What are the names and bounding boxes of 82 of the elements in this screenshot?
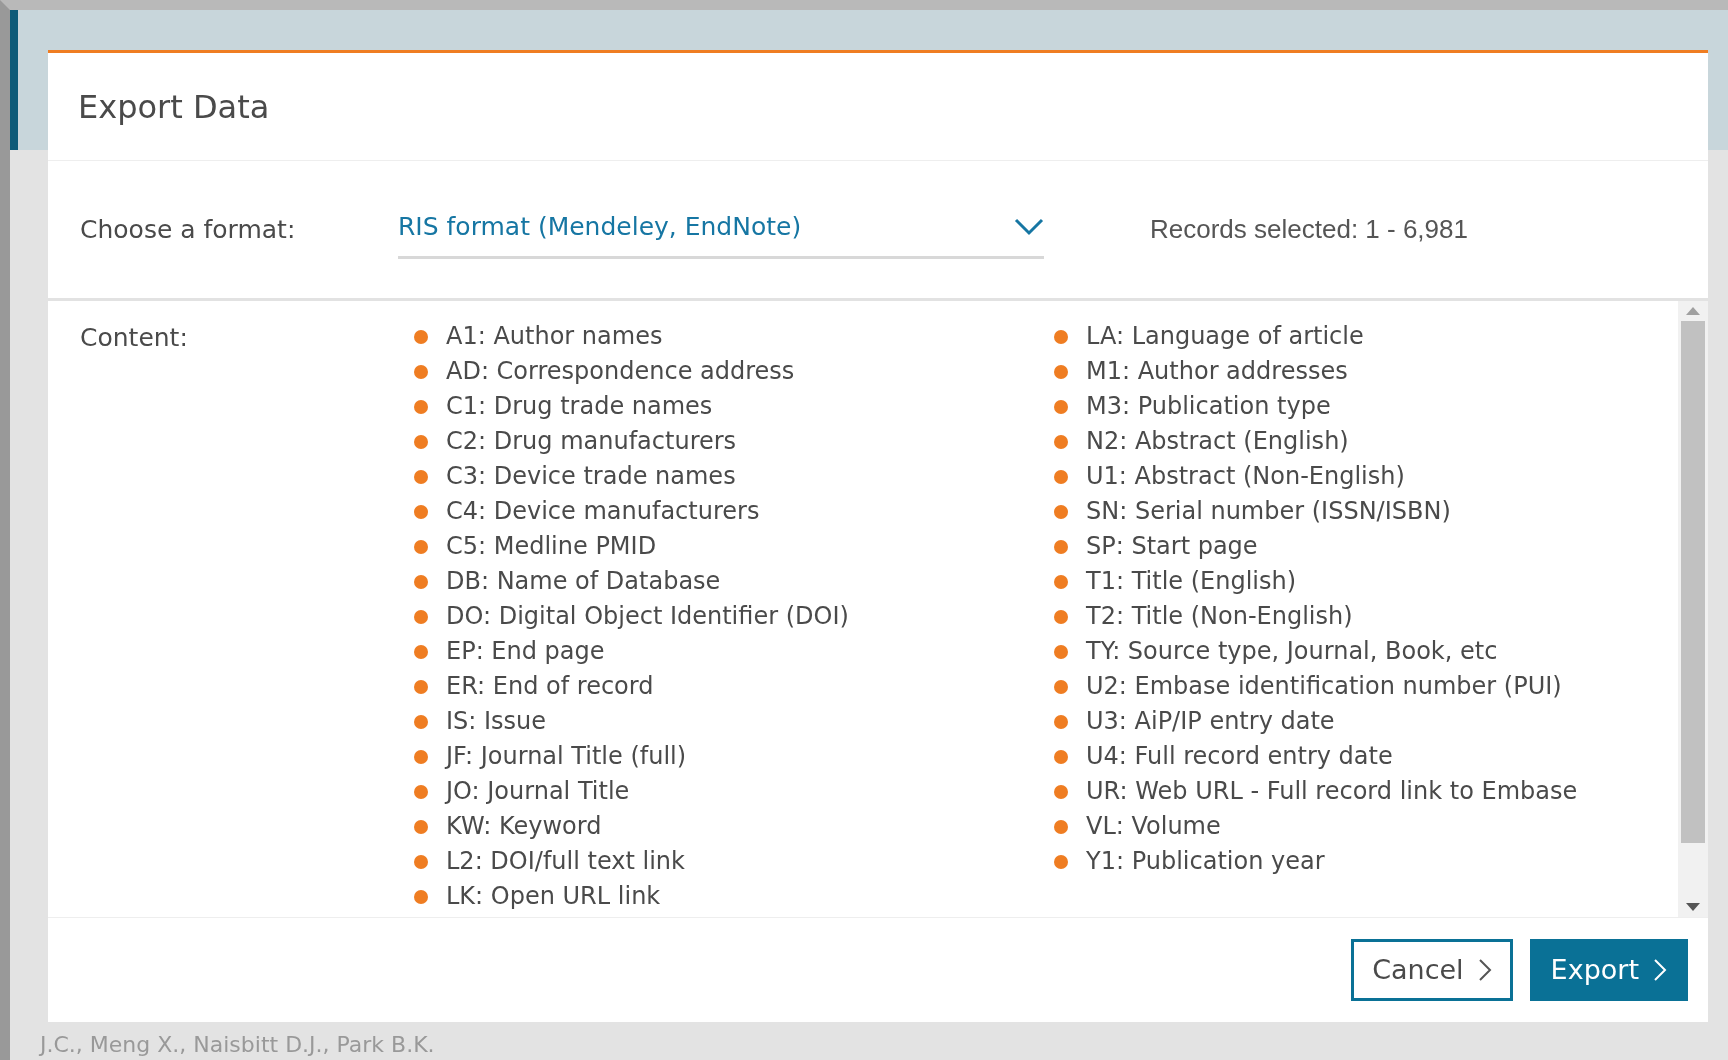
- scroll-down-icon[interactable]: [1686, 903, 1700, 911]
- export-button[interactable]: Export: [1529, 939, 1688, 1001]
- cancel-button[interactable]: Cancel: [1351, 939, 1513, 1001]
- field-item: KW: Keyword: [446, 811, 602, 842]
- bullet-icon: [414, 574, 428, 589]
- field-item: N2: Abstract (English): [1086, 426, 1349, 457]
- chevron-right-icon: [1477, 958, 1492, 982]
- field-item: LK: Open URL link: [446, 881, 661, 912]
- field-item: ER: End of record: [446, 671, 654, 702]
- field-item: EP: End page: [446, 636, 605, 667]
- bullet-icon: [414, 399, 428, 414]
- field-item: VL: Volume: [1086, 811, 1221, 842]
- bullet-icon: [414, 854, 428, 869]
- field-item: SP: Start page: [1086, 531, 1258, 562]
- bullet-icon: [1054, 469, 1068, 484]
- records-selected-text: Records selected: 1 - 6,981: [1150, 213, 1468, 246]
- bullet-icon: [414, 679, 428, 694]
- bullet-icon: [1054, 854, 1068, 869]
- bullet-icon: [414, 504, 428, 519]
- bullet-icon: [1054, 644, 1068, 659]
- field-item: A1: Author names: [446, 321, 663, 352]
- field-item: UR: Web URL - Full record link to Embase: [1086, 776, 1578, 807]
- field-item: JO: Journal Title: [446, 776, 630, 807]
- field-item: M3: Publication type: [1086, 391, 1331, 422]
- field-item: U4: Full record entry date: [1086, 741, 1393, 772]
- bullet-icon: [1054, 749, 1068, 764]
- field-item: IS: Issue: [446, 706, 547, 737]
- bullet-icon: [414, 749, 428, 764]
- chevron-right-icon: [1653, 958, 1667, 982]
- bullet-icon: [414, 469, 428, 484]
- format-label: Choose a format:: [80, 213, 297, 246]
- scrollbar[interactable]: [1678, 301, 1708, 917]
- field-item: DB: Name of Database: [446, 566, 721, 597]
- bullet-icon: [1054, 714, 1068, 729]
- bullet-icon: [1054, 434, 1068, 449]
- bullet-icon: [414, 609, 428, 624]
- field-item: C1: Drug trade names: [446, 391, 713, 422]
- bullet-icon: [414, 539, 428, 554]
- field-item: U2: Embase identification number (PUI): [1086, 671, 1562, 702]
- field-item: C2: Drug manufacturers: [446, 426, 737, 457]
- bullet-icon: [1054, 399, 1068, 414]
- field-item: DO: Digital Object Identifier (DOI): [446, 601, 849, 632]
- field-item: LA: Language of article: [1086, 321, 1364, 352]
- field-item: C3: Device trade names: [446, 461, 736, 492]
- field-item: SN: Serial number (ISSN/ISBN): [1086, 496, 1451, 527]
- format-value: RIS format (Mendeley, EndNote): [398, 211, 802, 244]
- field-item: U1: Abstract (Non-English): [1086, 461, 1405, 492]
- bullet-icon: [414, 819, 428, 834]
- field-item: TY: Source type, Journal, Book, etc: [1086, 636, 1498, 667]
- field-item: JF: Journal Title (full): [446, 741, 687, 772]
- bullet-icon: [1054, 819, 1068, 834]
- field-item: U3: AiP/IP entry date: [1086, 706, 1335, 737]
- bullet-icon: [1054, 504, 1068, 519]
- field-item: L2: DOI/full text link: [446, 846, 685, 877]
- bullet-icon: [414, 364, 428, 379]
- bullet-icon: [414, 889, 428, 904]
- bullet-icon: [1054, 539, 1068, 554]
- bullet-icon: [414, 644, 428, 659]
- bullet-icon: [414, 329, 428, 344]
- bullet-icon: [1054, 609, 1068, 624]
- field-item: C4: Device manufacturers: [446, 496, 760, 527]
- bullet-icon: [1054, 574, 1068, 589]
- bullet-icon: [414, 434, 428, 449]
- field-item: C5: Medline PMID: [446, 531, 657, 562]
- content-label: Content:: [80, 322, 189, 354]
- scrollbar-thumb[interactable]: [1681, 321, 1705, 843]
- field-item: T2: Title (Non-English): [1086, 601, 1353, 632]
- scroll-up-icon[interactable]: [1686, 307, 1700, 315]
- bullet-icon: [1054, 679, 1068, 694]
- author-text: J.C., Meng X., Naisbitt D.J., Park B.K.: [40, 1032, 435, 1058]
- bullet-icon: [1054, 329, 1068, 344]
- dialog-title: Export Data: [78, 86, 270, 128]
- field-item: T1: Title (English): [1086, 566, 1297, 597]
- format-dropdown[interactable]: RIS format (Mendeley, EndNote): [398, 200, 1044, 259]
- bullet-icon: [1054, 364, 1068, 379]
- field-item: M1: Author addresses: [1086, 356, 1348, 387]
- bullet-icon: [414, 784, 428, 799]
- bullet-icon: [1054, 784, 1068, 799]
- chevron-down-icon: [1014, 218, 1044, 236]
- field-item: AD: Correspondence address: [446, 356, 795, 387]
- field-item: Y1: Publication year: [1086, 846, 1325, 877]
- bullet-icon: [414, 714, 428, 729]
